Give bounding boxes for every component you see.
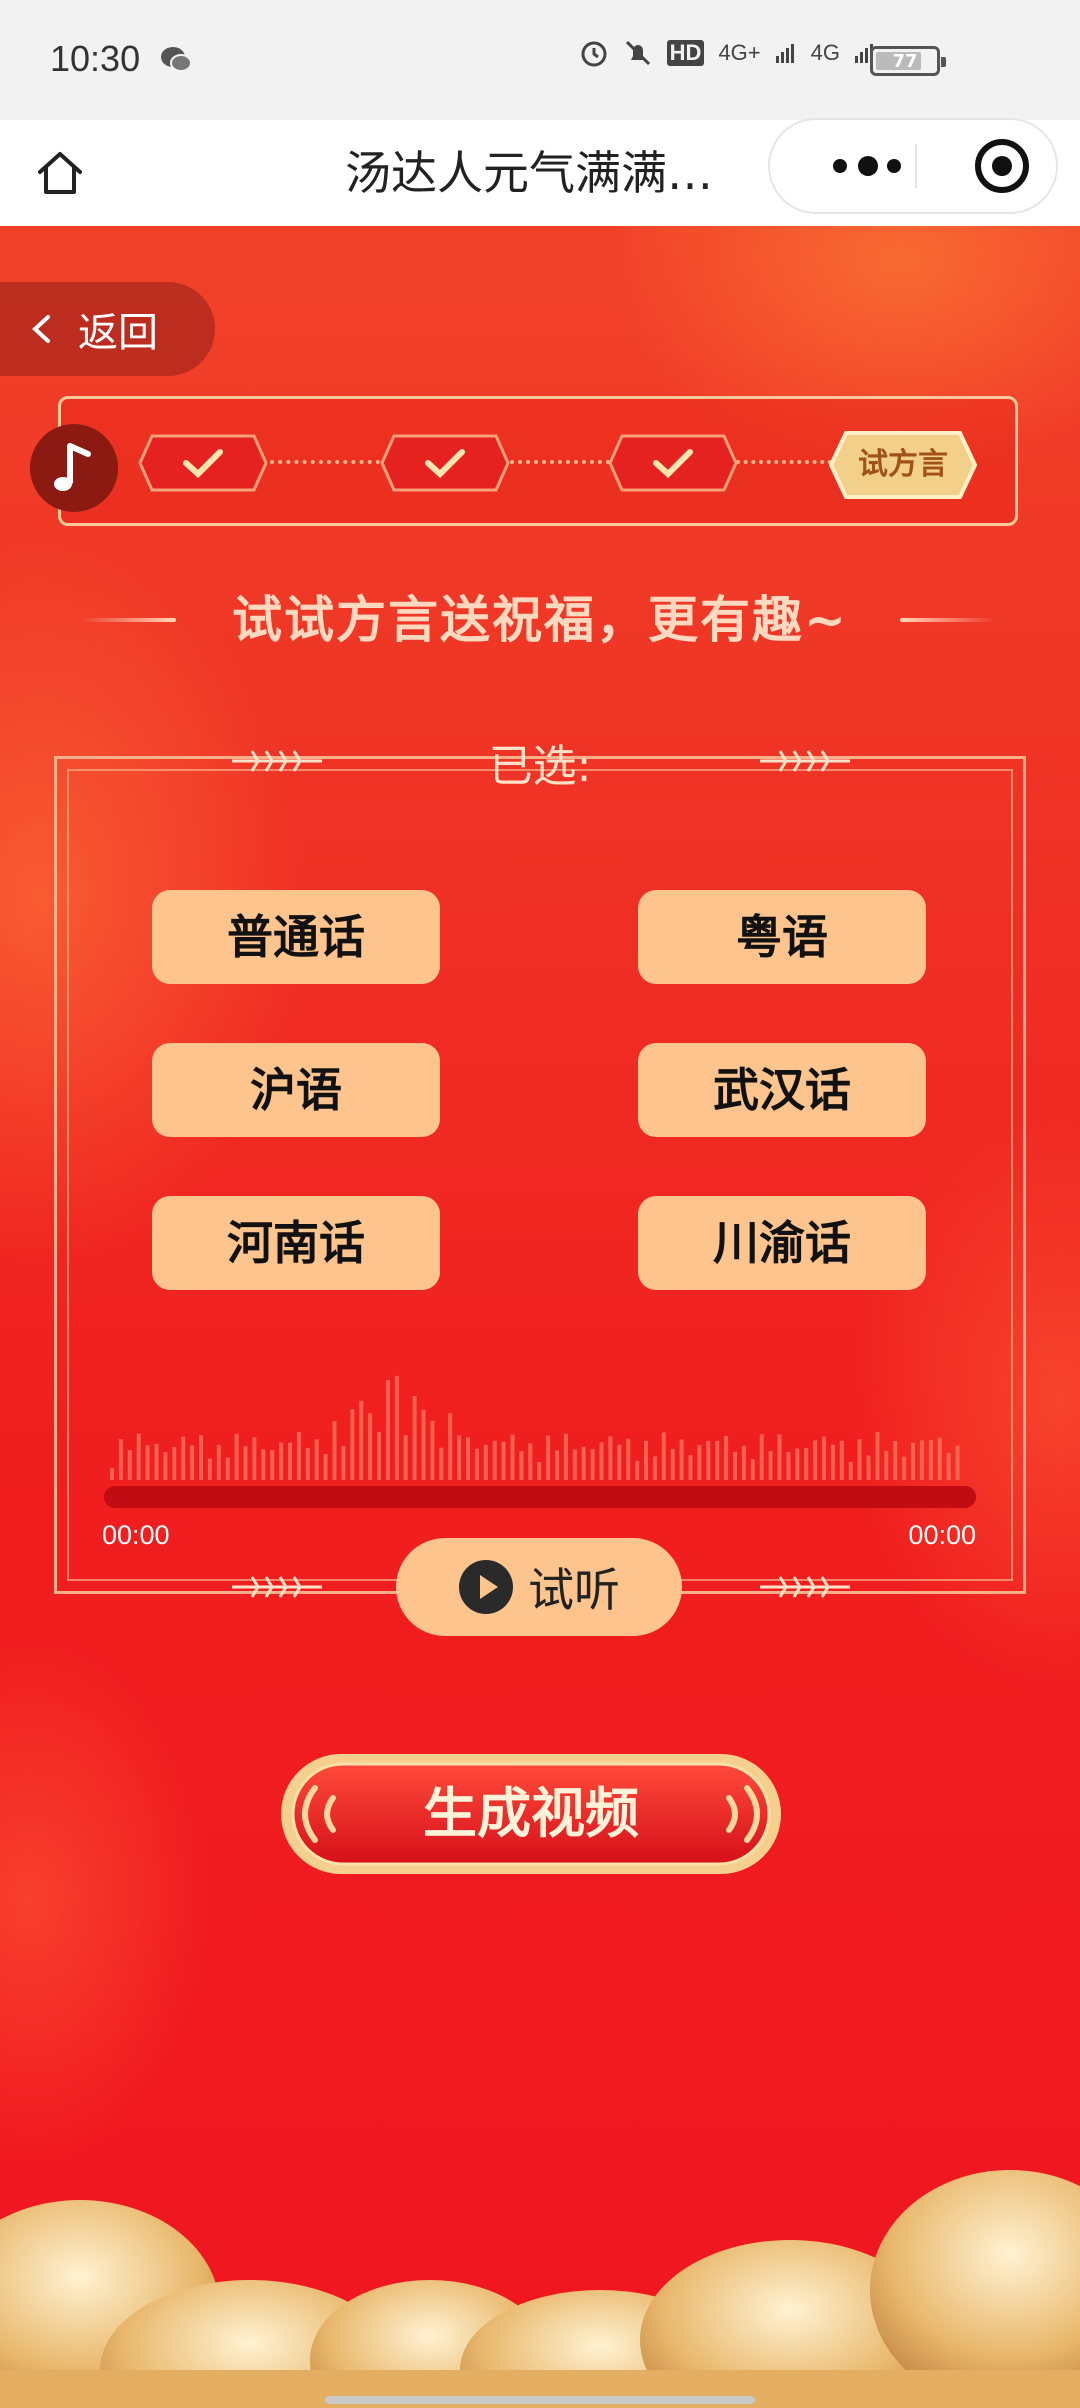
back-label: 返回 [78,310,158,356]
audio-waveform [110,1375,960,1480]
music-toggle[interactable] [30,424,118,512]
more-icon[interactable] [810,120,920,212]
back-button[interactable]: 返回 [0,282,215,376]
generate-video-label: 生成视频 [423,1782,639,1845]
audio-progress-track[interactable] [104,1486,976,1508]
alarm-icon [581,41,607,67]
step-completed-1 [138,434,268,492]
step-connector [736,460,832,464]
step-completed-2 [380,434,510,492]
network-4g-plus: 4G+ [718,40,761,65]
step-connector [510,460,610,464]
wechat-notification-icon [161,47,192,72]
battery-icon: 77 [870,46,946,76]
dialect-button-shanghainese[interactable]: 沪语 [152,1043,440,1137]
dialect-button-sichuan-chongqing[interactable]: 川渝话 [638,1196,926,1290]
network-4g: 4G [810,40,840,65]
home-indicator[interactable] [325,2396,755,2404]
total-time: 00:00 [908,1520,976,1550]
step-connector [270,460,380,464]
chevron-left-icon [32,315,50,343]
home-icon[interactable] [30,142,90,202]
ornament [760,1576,850,1598]
step-completed-3 [608,434,738,492]
signal-icon [775,44,794,63]
music-note-icon [54,443,91,491]
listen-button[interactable]: 试听 [396,1538,682,1636]
screen: 10:30 HD 4G+ 4G 77 汤达人元气满满… 返回 试方言 试试方言送… [0,0,1080,2408]
generate-video-button[interactable]: 生成视频 [275,1748,787,1880]
section-headline: 试试方言送祝福，更有趣~ [232,591,848,649]
ornament [232,1576,322,1598]
battery-level: 77 [892,51,918,72]
step-current-label: 试方言 [858,447,948,482]
dialect-button-cantonese[interactable]: 粤语 [638,890,926,984]
capsule-divider [915,144,917,188]
status-time: 10:30 [50,38,141,79]
dialect-button-wuhan[interactable]: 武汉话 [638,1043,926,1137]
miniprogram-capsule [768,118,1058,214]
listen-label: 试听 [528,1563,620,1617]
play-icon [459,1560,513,1614]
mute-icon [625,40,650,66]
page-title: 汤达人元气满满… [345,146,713,200]
current-time: 00:00 [102,1520,170,1550]
selected-label: 已选: [488,741,592,792]
dialect-button-henan[interactable]: 河南话 [152,1196,440,1290]
hd-badge: HD [666,40,705,66]
dialect-button-mandarin[interactable]: 普通话 [152,890,440,984]
step-current: 试方言 [828,430,978,500]
gold-clouds-decoration [0,2170,1080,2408]
close-miniprogram-icon[interactable] [922,120,1056,212]
status-bar: 10:30 HD 4G+ 4G 77 [0,0,1080,120]
